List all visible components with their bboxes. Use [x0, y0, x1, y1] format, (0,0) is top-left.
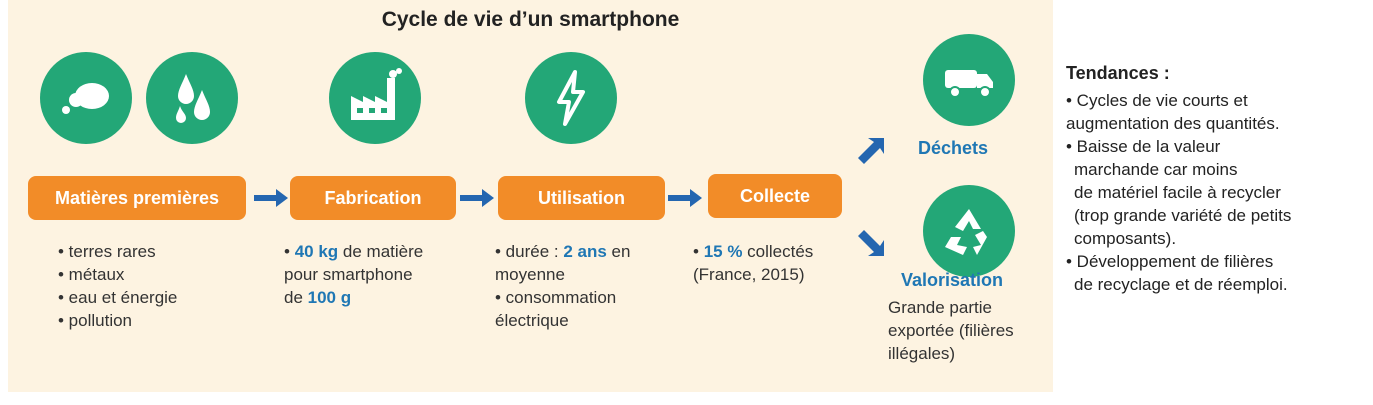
list-item: • Développement de filières: [1066, 252, 1274, 271]
factory-icon: [329, 52, 421, 144]
trends-list: • Cycles de vie courts et augmentation d…: [1066, 89, 1366, 296]
list-item: (trop grande variété de petits: [1074, 206, 1292, 225]
list-item: • pollution: [58, 311, 133, 330]
list-item: • métaux: [58, 265, 125, 284]
collecte-details: • 15 % collectés (France, 2015): [693, 242, 814, 284]
arrow-up-right-icon: [858, 138, 884, 164]
arrow-right-icon: [460, 189, 494, 207]
list-item: • Cycles de vie courts et: [1066, 91, 1248, 110]
stage-collecte: Collecte: [708, 174, 842, 218]
recycle-icon: [923, 185, 1015, 277]
utilisation-details: • durée : 2 ans en moyenne • consommatio…: [495, 242, 631, 330]
valorisation-description: Grande partie exportée (filières illégal…: [888, 298, 1014, 363]
stage-fabrication: Fabrication: [290, 176, 456, 220]
list-item: • terres rares: [58, 242, 156, 261]
list-item: • Baisse de la valeur: [1066, 137, 1221, 156]
water-drops-icon: [146, 52, 238, 144]
arrow-right-icon: [668, 189, 702, 207]
stage-matieres-premieres: Matières premières: [28, 176, 246, 220]
outcome-dechets: Déchets: [918, 138, 989, 158]
arrow-down-right-icon: [858, 230, 884, 256]
list-item: de matériel facile à recycler: [1074, 183, 1281, 202]
list-item: • eau et énergie: [58, 288, 178, 307]
trends-panel: Tendances : • Cycles de vie courts et au…: [1066, 62, 1366, 296]
stage-utilisation: Utilisation: [498, 176, 665, 220]
clouds-icon: [40, 52, 132, 144]
list-item: marchande car moins: [1074, 160, 1238, 179]
list-item: composants).: [1074, 229, 1177, 248]
outcome-valorisation: Valorisation: [901, 270, 1004, 290]
lightning-icon: [525, 52, 617, 144]
list-item: augmentation des quantités.: [1066, 114, 1280, 133]
fabrication-details: • 40 kg de matière pour smartphone de 10…: [284, 242, 424, 307]
diagram-panel: Cycle de vie d’un smartphone Matières pr…: [8, 0, 1053, 392]
matieres-premieres-list: • terres rares • métaux • eau et énergie…: [58, 240, 177, 332]
arrow-right-icon: [254, 189, 288, 207]
truck-icon: [923, 34, 1015, 126]
diagram-title: Cycle de vie d’un smartphone: [381, 8, 680, 31]
trends-title: Tendances :: [1066, 63, 1170, 83]
list-item: de recyclage et de réemploi.: [1074, 275, 1288, 294]
